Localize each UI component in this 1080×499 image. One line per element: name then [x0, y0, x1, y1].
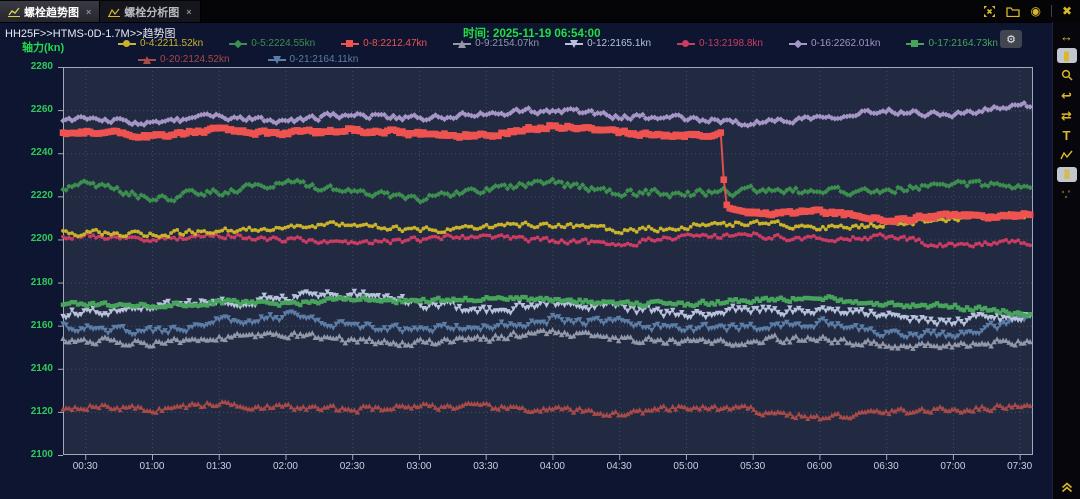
- legend-marker-icon: [138, 56, 156, 64]
- legend-label: 0-9:2154.07kn: [475, 38, 539, 49]
- polyline-icon[interactable]: [1057, 147, 1077, 163]
- fit-screen-icon[interactable]: [983, 5, 996, 18]
- x-tick-label: 01:00: [139, 461, 164, 472]
- list-tool-button[interactable]: |||: [1057, 167, 1077, 182]
- y-axis-title: 轴力(kn): [22, 39, 64, 55]
- x-tick-label: 05:30: [740, 461, 765, 472]
- legend-label: 0-4:2211.52kn: [140, 38, 203, 49]
- pointer-tool-button[interactable]: ▮: [1057, 48, 1077, 63]
- legend-item-0-17[interactable]: 0-17:2164.73kn: [906, 38, 998, 49]
- settings-button[interactable]: ⚙: [1000, 30, 1022, 48]
- folder-icon[interactable]: [1006, 6, 1020, 17]
- x-tick-label: 02:00: [273, 461, 298, 472]
- x-tick-label: 07:00: [940, 461, 965, 472]
- x-tick-label: 07:30: [1007, 461, 1032, 472]
- y-tick-label: 2200: [0, 233, 53, 244]
- chart-legend-row-1: 0-4:2211.52kn 0-5:2224.55kn 0-8:2212.47kn 0…: [118, 38, 998, 49]
- y-tick-label: 2160: [0, 320, 53, 331]
- y-tick-label: 2240: [0, 147, 53, 158]
- tool-sidebar: ↔ ▮ ↩ ⇄ T |||: [1052, 22, 1080, 499]
- y-tick-label: 2220: [0, 190, 53, 201]
- legend-label: 0-12:2165.1kn: [587, 38, 651, 49]
- y-tick-label: 2280: [0, 61, 53, 72]
- y-tick-label: 2140: [0, 363, 53, 374]
- x-tick-label: 04:00: [540, 461, 565, 472]
- legend-marker-icon: [341, 40, 359, 48]
- legend-marker-icon: [229, 40, 247, 48]
- x-tick-label: 04:30: [607, 461, 632, 472]
- compare-icon[interactable]: ⇄: [1057, 107, 1077, 123]
- legend-item-0-12[interactable]: 0-12:2165.1kn: [565, 38, 651, 49]
- fit-width-icon[interactable]: ↔: [1057, 28, 1077, 44]
- collapse-top-icon[interactable]: [1057, 479, 1077, 495]
- y-tick-label: 2180: [0, 277, 53, 288]
- trend-chart-canvas[interactable]: [57, 67, 1035, 461]
- gear-icon: ⚙: [1006, 33, 1016, 46]
- chart-legend-row-2: 0-20:2124.52kn 0-21:2164.11kn: [138, 54, 358, 65]
- legend-label: 0-21:2164.11kn: [290, 54, 359, 65]
- tab-label: 螺栓趋势图: [24, 4, 79, 20]
- legend-marker-icon: [906, 40, 924, 48]
- legend-item-0-20[interactable]: 0-20:2124.52kn: [138, 54, 230, 65]
- x-tick-label: 03:00: [406, 461, 431, 472]
- legend-item-0-21[interactable]: 0-21:2164.11kn: [268, 54, 359, 65]
- y-tick-label: 2260: [0, 104, 53, 115]
- tab-close-icon[interactable]: ×: [86, 7, 91, 17]
- x-tick-label: 05:00: [673, 461, 698, 472]
- tab-bolt-trend[interactable]: 螺栓趋势图 ×: [0, 1, 100, 22]
- legend-item-0-4[interactable]: 0-4:2211.52kn: [118, 38, 203, 49]
- legend-marker-icon: [118, 40, 136, 48]
- legend-label: 0-20:2124.52kn: [160, 54, 230, 65]
- x-tick-label: 02:30: [340, 461, 365, 472]
- tab-label: 螺栓分析图: [124, 4, 179, 20]
- text-tool-icon[interactable]: T: [1057, 127, 1077, 143]
- legend-marker-icon: [453, 40, 471, 48]
- y-tick-label: 2100: [0, 449, 53, 460]
- legend-item-0-9[interactable]: 0-9:2154.07kn: [453, 38, 539, 49]
- x-tick-label: 03:30: [473, 461, 498, 472]
- scatter-tool-icon[interactable]: [1057, 186, 1077, 202]
- legend-marker-icon: [677, 40, 695, 48]
- legend-marker-icon: [268, 56, 286, 64]
- y-tick-label: 2120: [0, 406, 53, 417]
- x-tick-label: 00:30: [73, 461, 98, 472]
- tab-close-icon[interactable]: ×: [186, 7, 191, 17]
- undo-icon[interactable]: ↩: [1057, 87, 1077, 103]
- record-icon[interactable]: ◉: [1030, 5, 1040, 17]
- legend-marker-icon: [565, 40, 583, 48]
- x-tick-label: 06:30: [874, 461, 899, 472]
- legend-label: 0-16:2262.01kn: [811, 38, 881, 49]
- legend-marker-icon: [789, 40, 807, 48]
- legend-label: 0-13:2198.8kn: [699, 38, 763, 49]
- x-tick-label: 06:00: [807, 461, 832, 472]
- zoom-icon[interactable]: [1057, 67, 1077, 83]
- close-window-icon[interactable]: ✖: [1062, 5, 1072, 17]
- divider: [1051, 5, 1052, 17]
- app-window: 螺栓趋势图 × 螺栓分析图 × ◉ ✖: [0, 0, 1080, 499]
- legend-item-0-5[interactable]: 0-5:2224.55kn: [229, 38, 315, 49]
- window-controls: ◉ ✖: [983, 0, 1080, 22]
- legend-item-0-8[interactable]: 0-8:2212.47kn: [341, 38, 427, 49]
- legend-item-0-16[interactable]: 0-16:2262.01kn: [789, 38, 881, 49]
- bar-chart-icon: [108, 7, 120, 17]
- legend-label: 0-5:2224.55kn: [251, 38, 315, 49]
- tab-bolt-analysis[interactable]: 螺栓分析图 ×: [100, 1, 200, 22]
- legend-label: 0-8:2212.47kn: [363, 38, 427, 49]
- line-chart-icon: [8, 7, 20, 17]
- tab-bar: 螺栓趋势图 × 螺栓分析图 × ◉ ✖: [0, 0, 1080, 23]
- legend-item-0-13[interactable]: 0-13:2198.8kn: [677, 38, 763, 49]
- legend-label: 0-17:2164.73kn: [928, 38, 998, 49]
- x-tick-label: 01:30: [206, 461, 231, 472]
